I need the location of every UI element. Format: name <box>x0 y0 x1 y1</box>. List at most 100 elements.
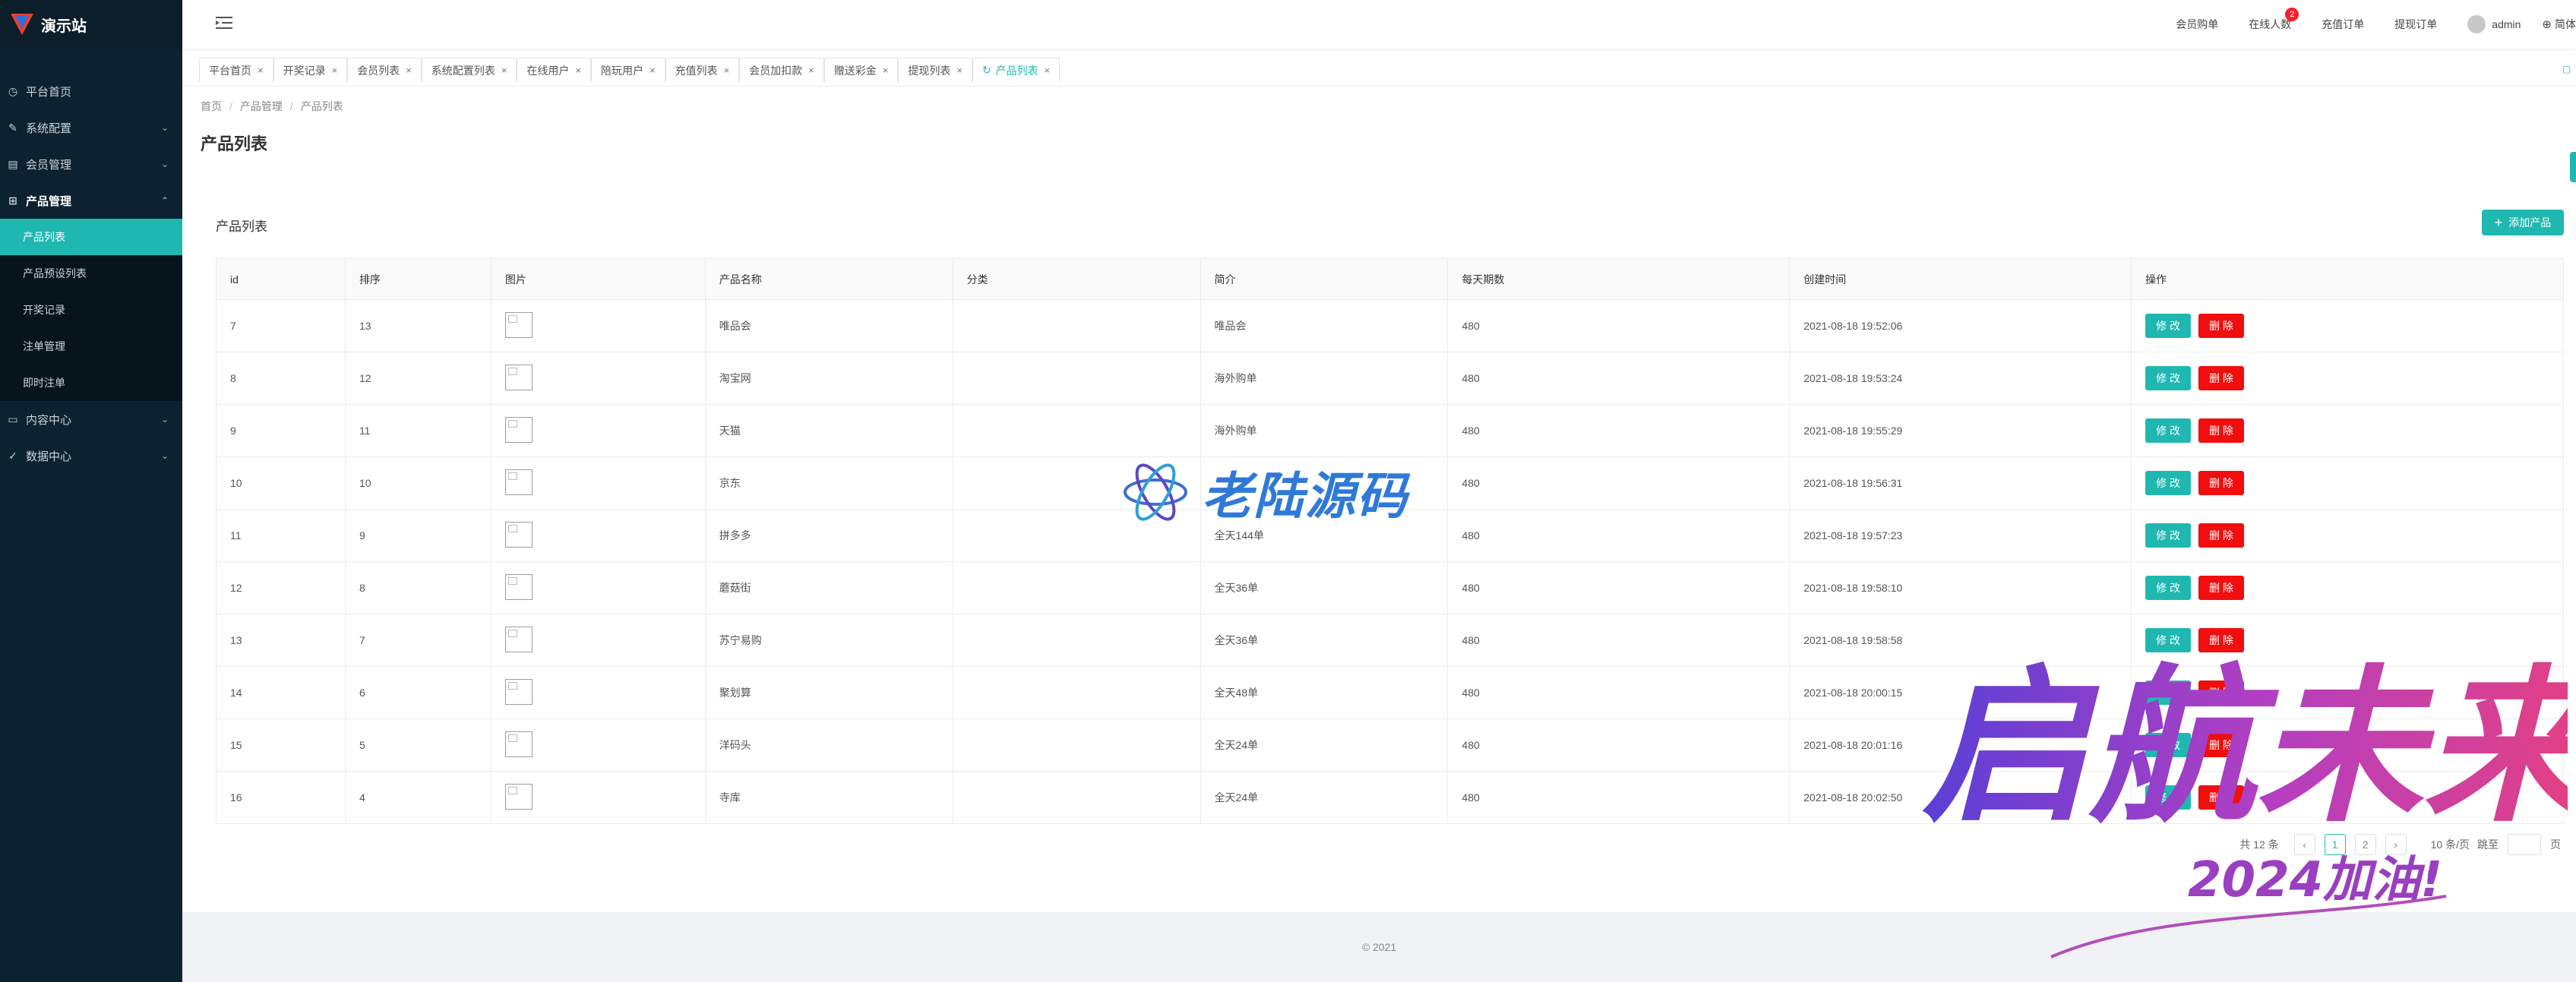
sidebar-subitem-draw-records[interactable]: 开奖记录 <box>0 292 182 328</box>
sidebar-subitem-order-management[interactable]: 注单管理 <box>0 328 182 365</box>
sidebar-subitem-realtime-orders[interactable]: 即时注单 <box>0 365 182 401</box>
refresh-icon[interactable]: ↻ <box>982 64 991 77</box>
tab-label: 系统配置列表 <box>431 64 495 77</box>
pagination: 共 12 条 ‹ 1 2 › 10 条/页 跳至 页 <box>2239 834 2561 855</box>
edit-button[interactable]: 修 改 <box>2145 523 2191 548</box>
cell-sort: 13 <box>344 299 491 352</box>
tab-draw-records[interactable]: 开奖记录 × <box>273 58 348 82</box>
withdraw-orders-link[interactable]: 提现订单 <box>2394 17 2437 32</box>
delete-button[interactable]: 删 除 <box>2198 523 2244 548</box>
close-icon[interactable]: × <box>724 65 730 76</box>
edit-button[interactable]: 修 改 <box>2145 418 2191 443</box>
close-icon[interactable]: × <box>1045 65 1051 76</box>
close-icon[interactable]: × <box>501 65 507 76</box>
tab-withdraw-list[interactable]: 提现列表 × <box>898 58 972 82</box>
tab-system-config-list[interactable]: 系统配置列表 × <box>421 58 517 82</box>
sidebar-item-dashboard[interactable]: ◷ 平台首页 <box>0 73 182 109</box>
chevron-up-icon: ⌃ <box>160 195 169 206</box>
column-header-category: 分类 <box>952 258 1201 300</box>
lock-icon[interactable]: ▢ <box>2562 64 2573 74</box>
edit-button[interactable]: 修 改 <box>2145 680 2191 705</box>
breadcrumb-home[interactable]: 首页 <box>201 100 222 112</box>
cell-actions: 修 改删 除 <box>2131 404 2564 457</box>
sidebar-item-label: 会员管理 <box>26 158 72 172</box>
edit-button[interactable]: 修 改 <box>2145 471 2191 495</box>
cell-created: 2021-08-18 19:58:58 <box>1789 614 2132 667</box>
sidebar-item-system-config[interactable]: ✎ 系统配置 ⌄ <box>0 109 182 146</box>
close-icon[interactable]: × <box>575 65 581 76</box>
close-icon[interactable]: × <box>650 65 656 76</box>
tab-bonus[interactable]: 赠送彩金 × <box>823 58 899 82</box>
cell-name: 苏宁易购 <box>704 614 953 667</box>
tab-companion-users[interactable]: 陪玩用户 × <box>590 58 665 82</box>
delete-button[interactable]: 删 除 <box>2198 733 2244 757</box>
chevron-right-icon: › <box>2394 838 2397 851</box>
breadcrumb-product-management[interactable]: 产品管理 <box>240 100 283 112</box>
close-icon[interactable]: × <box>956 65 962 76</box>
menu-fold-icon[interactable] <box>216 15 232 30</box>
jump-page-input[interactable] <box>2508 834 2541 855</box>
edit-button[interactable]: 修 改 <box>2145 733 2191 757</box>
sidebar-subitem-product-presets[interactable]: 产品预设列表 <box>0 255 182 292</box>
sidebar-item-members[interactable]: ▤ 会员管理 ⌄ <box>0 146 182 182</box>
edit-button[interactable]: 修 改 <box>2145 628 2191 652</box>
tab-product-list[interactable]: ↻ 产品列表 × <box>972 58 1060 82</box>
cell-category <box>952 718 1201 772</box>
tab-platform-home[interactable]: 平台首页 × <box>199 58 273 82</box>
table-row: 15 5 洋码头 全天24单 480 2021-08-18 20:01:16 修 改删 除 <box>216 718 2564 772</box>
tab-recharge-list[interactable]: 充值列表 × <box>665 58 740 82</box>
delete-button[interactable]: 删 除 <box>2198 314 2244 338</box>
online-users-link[interactable]: 在线人数 2 <box>2249 8 2299 32</box>
cell-sort: 7 <box>344 614 491 667</box>
table-row: 8 12 淘宝网 海外购单 480 2021-08-18 19:53:24 修 改删 除 <box>216 352 2564 405</box>
edit-button[interactable]: 修 改 <box>2145 314 2191 338</box>
sidebar-item-data-center[interactable]: ✓ 数据中心 ⌄ <box>0 437 182 474</box>
sidebar-item-products[interactable]: ⊞ 产品管理 ⌃ <box>0 182 182 219</box>
delete-button[interactable]: 删 除 <box>2198 576 2244 600</box>
delete-button[interactable]: 删 除 <box>2198 785 2244 810</box>
cell-intro: 海外购单 <box>1199 404 1449 457</box>
tab-online-users[interactable]: 在线用户 × <box>517 58 591 82</box>
add-product-button[interactable]: + 添加产品 <box>2482 210 2564 235</box>
tab-label: 赠送彩金 <box>833 64 877 77</box>
settings-drawer-handle[interactable] <box>2570 152 2576 182</box>
page-size-select[interactable]: 10 条/页 <box>2431 837 2470 852</box>
plus-icon: + <box>2494 214 2503 230</box>
prev-page-button[interactable]: ‹ <box>2293 834 2315 855</box>
delete-button[interactable]: 删 除 <box>2198 471 2244 495</box>
delete-button[interactable]: 删 除 <box>2198 680 2244 705</box>
cell-intro: 全天24单 <box>1199 771 1449 824</box>
close-icon[interactable]: × <box>258 65 264 76</box>
edit-button[interactable]: 修 改 <box>2145 366 2191 390</box>
close-icon[interactable]: × <box>406 65 412 76</box>
recharge-orders-link[interactable]: 充值订单 <box>2322 17 2364 32</box>
cell-sort: 9 <box>344 509 491 562</box>
delete-button[interactable]: 删 除 <box>2198 366 2244 390</box>
table-header: id 排序 图片 产品名称 分类 简介 每天期数 创建时间 操作 <box>216 258 2564 300</box>
cell-periods: 480 <box>1447 456 1791 510</box>
edit-button[interactable]: 修 改 <box>2145 785 2191 810</box>
delete-button[interactable]: 删 除 <box>2198 418 2244 443</box>
close-icon[interactable]: × <box>808 65 814 76</box>
cell-created: 2021-08-18 19:52:06 <box>1789 299 2132 352</box>
table-row: 11 9 拼多多 全天144单 480 2021-08-18 19:57:23 修 改删 除 <box>216 509 2564 562</box>
page-button-current[interactable]: 1 <box>2324 834 2346 855</box>
close-icon[interactable]: × <box>332 65 338 76</box>
book-icon: ▭ <box>8 412 18 425</box>
close-icon[interactable]: × <box>883 65 889 76</box>
user-menu[interactable]: admin <box>2467 15 2521 33</box>
sidebar-item-content-center[interactable]: ▭ 内容中心 ⌄ <box>0 401 182 437</box>
delete-button[interactable]: 删 除 <box>2198 628 2244 652</box>
tab-member-adjust[interactable]: 会员加扣款 × <box>739 58 824 82</box>
edit-button[interactable]: 修 改 <box>2145 576 2191 600</box>
next-page-button[interactable]: › <box>2385 834 2407 855</box>
column-header-name: 产品名称 <box>704 258 953 300</box>
member-orders-link[interactable]: 会员购单 <box>2176 17 2218 32</box>
tab-member-list[interactable]: 会员列表 × <box>347 58 422 82</box>
logo[interactable]: 演示站 <box>0 0 182 49</box>
page-button-2[interactable]: 2 <box>2354 834 2376 855</box>
language-switch[interactable]: ⊕ 简体 <box>2542 17 2576 32</box>
sidebar-subitem-product-list[interactable]: 产品列表 <box>0 219 182 255</box>
cell-periods: 480 <box>1447 299 1791 352</box>
logo-icon <box>11 14 33 35</box>
